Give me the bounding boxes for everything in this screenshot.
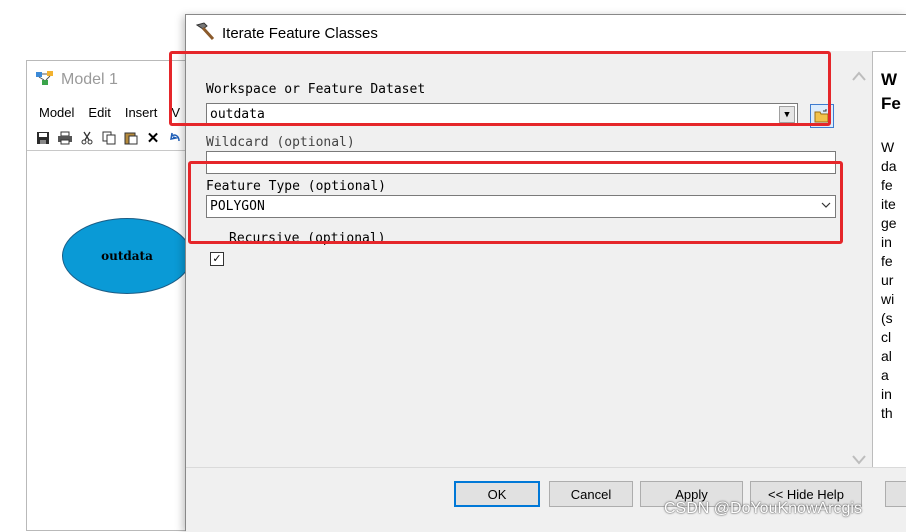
vertical-scrollbar[interactable] [848, 51, 870, 483]
paste-icon[interactable] [123, 130, 139, 146]
parameters-panel: Workspace or Feature Dataset outdata ▼ W… [169, 51, 848, 503]
scroll-up-icon[interactable] [851, 69, 867, 87]
model-node-label: outdata [101, 249, 153, 263]
help-body-line: (s [881, 310, 893, 326]
open-folder-icon [814, 109, 829, 123]
save-icon[interactable] [35, 130, 51, 146]
help-body-line: th [881, 405, 893, 421]
help-title-line: Fe [881, 94, 901, 113]
tool-help-button[interactable] [885, 481, 906, 507]
delete-icon[interactable]: ✕ [145, 130, 161, 147]
workspace-combobox[interactable]: outdata ▼ [206, 103, 798, 126]
feature-type-label: Feature Type (optional) [206, 179, 387, 194]
dialog-title: Iterate Feature Classes [222, 24, 378, 42]
hammer-icon [194, 21, 216, 45]
help-body-line: da [881, 158, 897, 174]
help-body-line: a [881, 367, 889, 383]
help-title: W Fe [881, 68, 901, 116]
help-body-line: fe [881, 177, 893, 193]
ok-button[interactable]: OK [454, 481, 540, 507]
help-body: W da fe ite ge in fe ur wi (s cl al a in… [881, 138, 897, 423]
wildcard-input[interactable] [206, 151, 836, 174]
help-body-line: wi [881, 291, 895, 307]
copy-icon[interactable] [101, 130, 117, 146]
model-title-text: Model 1 [61, 71, 118, 88]
chevron-down-icon[interactable] [821, 199, 831, 214]
check-icon: ✓ [212, 252, 222, 265]
browse-button[interactable] [810, 104, 834, 128]
print-icon[interactable] [57, 130, 73, 146]
model-node-outdata[interactable]: outdata [62, 218, 192, 294]
cut-icon[interactable] [79, 130, 95, 146]
workspace-value: outdata [210, 107, 265, 122]
help-body-line: cl [881, 329, 892, 345]
help-body-line: W [881, 139, 895, 155]
wildcard-label: Wildcard (optional) [206, 135, 355, 150]
workspace-label: Workspace or Feature Dataset [206, 82, 426, 97]
feature-type-select[interactable]: POLYGON [206, 195, 836, 218]
help-body-line: ite [881, 196, 896, 212]
model-title-bar: Model 1 [35, 69, 118, 91]
watermark: CSDN @DoYouKnowArcgis [664, 500, 862, 517]
help-body-line: fe [881, 253, 893, 269]
undo-icon[interactable] [167, 130, 183, 146]
help-body-line: al [881, 348, 892, 364]
recursive-checkbox[interactable]: ✓ [210, 252, 224, 266]
help-body-line: ge [881, 215, 897, 231]
feature-type-value: POLYGON [210, 199, 265, 214]
workspace-dropdown-arrow-icon[interactable]: ▼ [779, 106, 795, 123]
menu-item-insert[interactable]: Insert [125, 105, 158, 120]
menu-item-model[interactable]: Model [39, 105, 74, 120]
help-body-line: ur [881, 272, 894, 288]
iterate-feature-classes-dialog: Iterate Feature Classes Workspace or Fea… [169, 14, 906, 532]
menu-item-edit[interactable]: Edit [88, 105, 110, 120]
model-app-icon [35, 70, 55, 91]
menu-item-view[interactable]: V [171, 105, 180, 120]
help-title-line: W [881, 70, 898, 89]
help-panel: W Fe W da fe ite ge in fe ur wi (s cl al… [872, 51, 906, 467]
recursive-label: Recursive (optional) [229, 231, 386, 246]
help-body-line: in [881, 234, 892, 250]
cancel-button[interactable]: Cancel [549, 481, 633, 507]
help-body-line: in [881, 386, 892, 402]
dialog-title-bar: Iterate Feature Classes [186, 15, 906, 51]
